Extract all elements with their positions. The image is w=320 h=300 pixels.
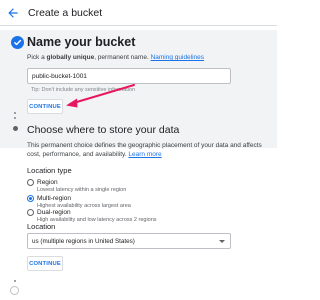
- subtitle-bold: globally unique: [46, 54, 95, 61]
- arrow-back-icon[interactable]: [6, 6, 20, 20]
- naming-guidelines-link[interactable]: Naming guidelines: [151, 54, 204, 61]
- continue-button-step2[interactable]: CONTINUE: [27, 256, 63, 271]
- learn-more-link[interactable]: Learn more: [128, 151, 161, 158]
- location-select[interactable]: us (multiple regions in United States): [27, 233, 231, 249]
- step-marker: [12, 126, 18, 131]
- step2-description: This permanent choice defines the geogra…: [27, 141, 263, 159]
- location-label: Location: [27, 222, 56, 231]
- location-type-label: Location type: [27, 166, 72, 175]
- top-bar: Create a bucket: [0, 0, 277, 26]
- timeline-dot: [14, 117, 16, 119]
- timeline-dot: [14, 112, 16, 114]
- page-title: Create a bucket: [28, 7, 103, 19]
- check-circle-icon: [11, 36, 24, 49]
- step-circle-icon: [10, 286, 19, 295]
- radio-region[interactable]: Region Lowest latency within a single re…: [27, 178, 247, 194]
- annotation-arrow-icon: [66, 84, 135, 108]
- chevron-down-icon: [219, 240, 225, 243]
- radio-dual-region[interactable]: Dual-region High availability and low la…: [27, 208, 247, 224]
- step1-subtitle: Pick a globally unique, permanent name. …: [27, 53, 267, 62]
- step2-title: Choose where to store your data: [27, 124, 180, 136]
- radio-button[interactable]: [27, 209, 34, 216]
- radio-button[interactable]: [27, 179, 34, 186]
- timeline-dot: [14, 280, 16, 282]
- radio-sublabel: Lowest latency within a single region: [37, 187, 127, 193]
- location-select-value: us (multiple regions in United States): [32, 238, 135, 245]
- subtitle-prefix: Pick a: [27, 54, 47, 61]
- step1-title: Name your bucket: [27, 35, 136, 49]
- subtitle-suffix: , permanent name.: [94, 54, 151, 61]
- radio-button-checked[interactable]: [27, 195, 34, 202]
